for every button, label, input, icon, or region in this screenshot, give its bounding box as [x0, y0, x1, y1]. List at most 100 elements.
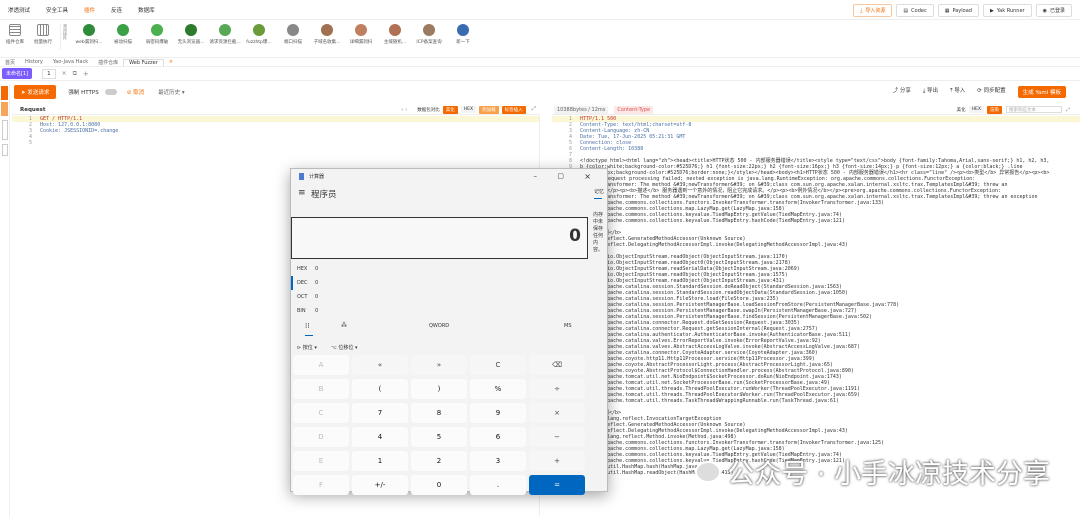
calc-key[interactable]: C — [293, 403, 349, 423]
tab-plugin-store[interactable]: 插件仓库 — [93, 59, 123, 66]
calc-key[interactable]: % — [470, 379, 526, 399]
close-icon[interactable]: × — [62, 70, 67, 77]
resp-beautify-button[interactable]: 美化 — [957, 107, 966, 113]
calc-key[interactable]: C — [470, 355, 526, 375]
plugin-item[interactable]: 主域随机... — [378, 24, 412, 45]
import-button[interactable]: ⤒ 导入 — [950, 86, 965, 98]
calc-key[interactable]: = — [529, 475, 585, 495]
hamburger-menu-icon[interactable]: ≡ — [298, 188, 306, 198]
plugin-item[interactable]: ICP备案查询 — [412, 24, 446, 45]
maximize-icon[interactable]: ▢ — [557, 172, 564, 180]
add-tab-icon[interactable]: + — [83, 70, 89, 78]
copy-icon[interactable]: ⧉ — [73, 70, 77, 78]
batch-exec-button[interactable]: 批量执行 — [30, 24, 56, 45]
menu-item-database[interactable]: 数据库 — [130, 6, 163, 14]
calc-key[interactable]: × — [529, 403, 585, 423]
hot-reload-button[interactable]: 热加载 — [479, 105, 499, 114]
calc-key[interactable]: 5 — [411, 427, 467, 447]
memory-store-button[interactable]: MS — [564, 323, 572, 329]
plugin-item[interactable]: fuzzhtp爆... — [242, 24, 276, 45]
force-https-toggle[interactable]: 强制 HTTPS — [68, 88, 98, 96]
resp-hex-button[interactable]: HEX — [968, 106, 984, 113]
menu-item-tools[interactable]: 安全工具 — [38, 6, 76, 14]
user-menu-button[interactable]: ◉ 已登录 — [1035, 4, 1072, 17]
calc-key[interactable]: +/- — [352, 475, 408, 495]
nav-arrows-icon[interactable]: ‹ › — [401, 107, 407, 113]
bitwise-button[interactable]: ⊳ 按位 ▾ — [297, 344, 317, 351]
codec-button[interactable]: ▤ Codec — [896, 4, 934, 17]
plugin-item[interactable]: 子域名收集... — [310, 24, 344, 45]
keypad-icon[interactable]: ⁞⁞ — [305, 322, 309, 330]
plugin-item[interactable]: 无头浏览器... — [174, 24, 208, 45]
share-button[interactable]: ⤴ 分享 — [893, 86, 911, 98]
sync-config-button[interactable]: ⟳ 同步配置 — [977, 86, 1005, 98]
bit-toggle-icon[interactable]: ⁂ — [341, 322, 347, 329]
menu-item-reverse[interactable]: 反连 — [103, 6, 130, 14]
calc-key[interactable]: E — [293, 451, 349, 471]
payload-button[interactable]: ▦ Payload — [937, 4, 979, 17]
close-window-icon[interactable]: × — [584, 172, 591, 181]
gen-yaml-button[interactable]: 生成 Yaml 模板 — [1017, 86, 1066, 98]
calc-key[interactable]: 8 — [411, 403, 467, 423]
plugin-item[interactable]: 被动扫描 — [106, 24, 140, 45]
compare-button[interactable]: 数据包对比 — [417, 107, 440, 113]
base-oct-row[interactable]: OCT 0 — [291, 290, 451, 304]
base-hex-row[interactable]: HEX 0 — [291, 262, 451, 276]
calc-key[interactable]: 4 — [352, 427, 408, 447]
calc-key[interactable]: 6 — [470, 427, 526, 447]
send-request-button[interactable]: ➤ 发送请求 — [14, 85, 57, 99]
plugin-item[interactable]: 请求资源拦截... — [208, 24, 242, 45]
tab-web-fuzzer[interactable]: Web Fuzzer — [123, 58, 164, 66]
calc-key[interactable]: + — [529, 451, 585, 471]
calc-key[interactable]: » — [411, 355, 467, 375]
calc-key[interactable]: 7 — [352, 403, 408, 423]
tab-java-hack[interactable]: Yao-Java Hack — [48, 59, 93, 65]
calc-key[interactable]: ) — [411, 379, 467, 399]
response-search-input[interactable]: 搜索响应文本 — [1005, 106, 1062, 113]
hex-button[interactable]: HEX — [460, 106, 477, 113]
plugin-item[interactable]: web漏洞扫... — [72, 24, 106, 45]
menu-item-pentest[interactable]: 渗透测试 — [0, 6, 38, 14]
calc-key[interactable]: 9 — [470, 403, 526, 423]
fuzzer-tab-chip[interactable]: 未命名[1] — [2, 68, 33, 79]
calc-key[interactable]: « — [352, 355, 408, 375]
plugin-item[interactable]: 弱密码爆破 — [140, 24, 174, 45]
tab-close-icon[interactable]: × — [164, 59, 178, 65]
plugin-item[interactable]: 新一下 — [446, 24, 480, 45]
calc-key[interactable]: D — [293, 427, 349, 447]
calc-key[interactable]: − — [529, 427, 585, 447]
minimize-icon[interactable]: – — [534, 172, 538, 180]
tab-home[interactable]: 首页 — [0, 59, 20, 66]
word-size-button[interactable]: QWORD — [429, 323, 449, 329]
sidebar-tag-rules[interactable] — [1, 102, 8, 116]
export-button[interactable]: ⤓ 导出 — [923, 86, 938, 98]
calc-key[interactable]: A — [293, 355, 349, 375]
fuzzer-tab-number[interactable]: 1 — [42, 68, 56, 79]
calc-key[interactable]: 2 — [411, 451, 467, 471]
calc-key[interactable]: 3 — [470, 451, 526, 471]
base-bin-row[interactable]: BIN 0 — [291, 304, 451, 318]
plugin-item[interactable]: 端口扫描 — [276, 24, 310, 45]
expand-icon[interactable]: ⤢ — [532, 106, 536, 113]
menu-item-plugins[interactable]: 插件 — [76, 6, 103, 14]
plugin-store-button[interactable]: 插件仓库 — [2, 24, 28, 45]
sidebar-list-icon[interactable] — [2, 120, 8, 140]
calc-key[interactable]: ( — [352, 379, 408, 399]
calc-key[interactable]: F — [293, 475, 349, 495]
calc-key[interactable]: 1 — [352, 451, 408, 471]
https-switch[interactable] — [104, 89, 117, 95]
plugin-item[interactable]: 详细漏洞扫 — [344, 24, 378, 45]
memory-tab[interactable]: 记忆 — [594, 188, 604, 195]
calc-key[interactable]: . — [470, 475, 526, 495]
calc-key[interactable]: 0 — [411, 475, 467, 495]
import-resource-button[interactable]: ⤓ 导入资源 — [853, 4, 893, 17]
cancel-button[interactable]: ⊘ 取消 — [127, 88, 144, 96]
resp-expand-icon[interactable]: ⤢ — [1066, 107, 1070, 113]
calc-key[interactable]: B — [293, 379, 349, 399]
history-button[interactable]: 最近历史 ▾ — [158, 88, 185, 96]
base-dec-row[interactable]: DEC 0 — [291, 276, 451, 290]
tag-insert-button[interactable]: 标签插入 — [501, 105, 526, 114]
yak-runner-button[interactable]: ▶ Yak Runner — [982, 4, 1032, 17]
beautify-button[interactable]: 美化 — [442, 105, 458, 114]
calc-key[interactable]: ⌫ — [529, 355, 585, 375]
